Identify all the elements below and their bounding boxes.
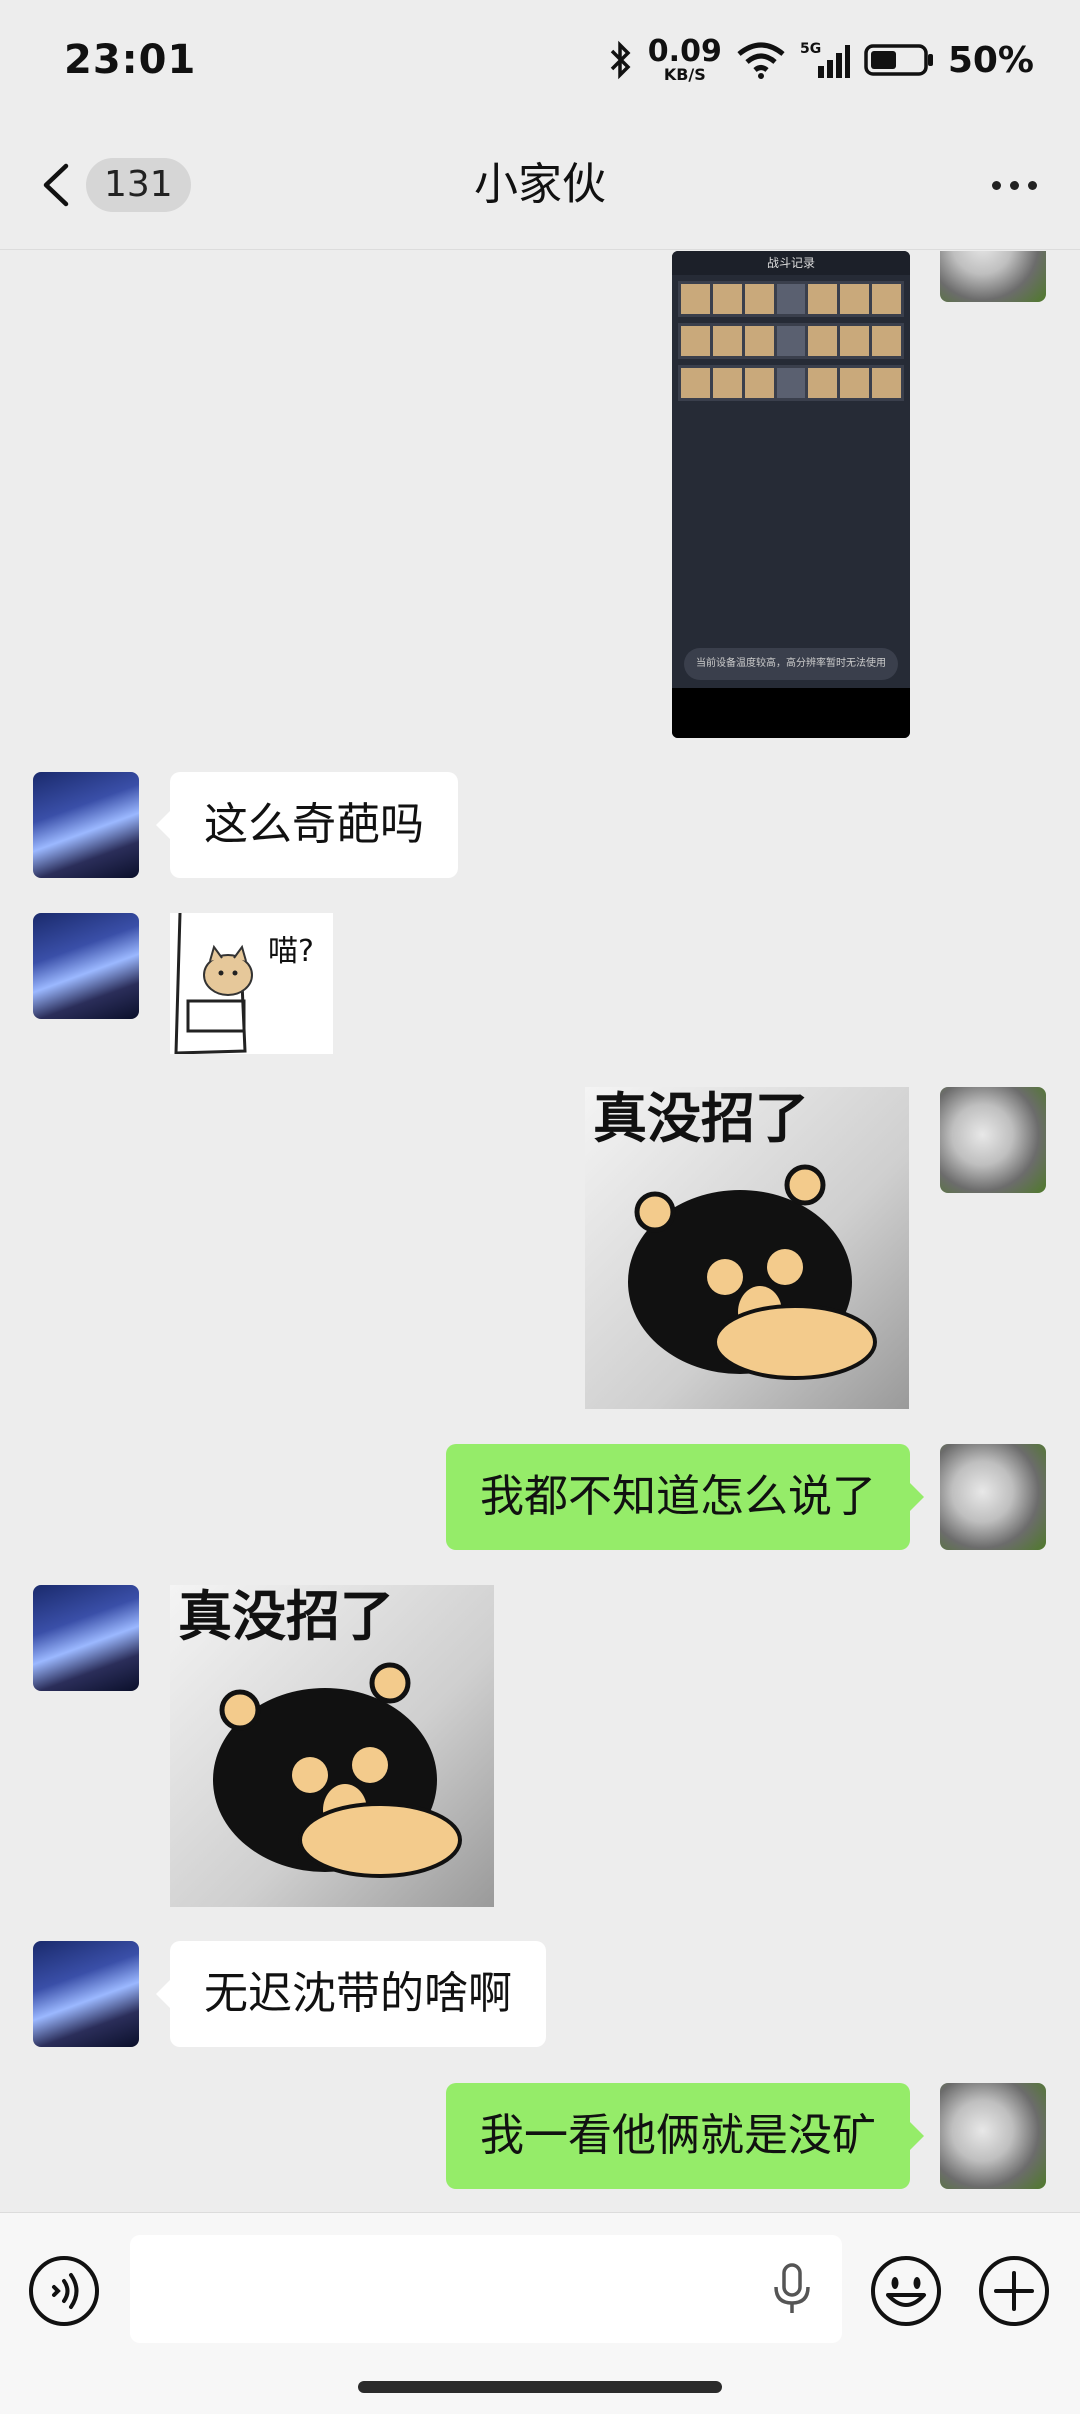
bluetooth-icon xyxy=(610,40,631,80)
input-bar xyxy=(0,2212,1080,2414)
message-bubble-sent[interactable]: 我都不知道怎么说了 xyxy=(446,1444,924,1550)
sticker-caption: 喵? xyxy=(268,934,314,969)
sticker-bear-message[interactable]: 真没招了 xyxy=(170,1585,494,1907)
chat-header: 131 小家伙 xyxy=(0,120,1080,250)
more-dots-icon xyxy=(991,180,1001,190)
message-bubble-received[interactable]: 这么奇葩吗 xyxy=(156,772,458,878)
avatar-contact[interactable] xyxy=(33,1941,139,2047)
sticker-caption: 真没招了 xyxy=(178,1585,394,1648)
net-speed: 0.09 KB/S xyxy=(648,37,722,83)
screenshot-footer: 当前设备温度较高，高分辨率暂时无法使用 xyxy=(684,648,898,680)
signal-5g-icon: 5G xyxy=(800,41,850,78)
network-type-label: 5G xyxy=(800,41,821,57)
mic-icon xyxy=(774,2263,810,2313)
screenshot-image-message[interactable]: 战斗记录 当前设备温度较高，高分辨率暂时无法使用 xyxy=(672,251,910,738)
avatar-contact[interactable] xyxy=(33,1585,139,1691)
status-bar: 23:01 0.09 KB/S 5G 50% xyxy=(0,0,1080,120)
avatar-self[interactable] xyxy=(940,2083,1046,2189)
sticker-caption: 真没招了 xyxy=(593,1087,809,1150)
bear-sticker-image: 真没招了 xyxy=(178,1585,462,1878)
avatar-self[interactable] xyxy=(940,251,1046,302)
unread-count-badge[interactable]: 131 xyxy=(86,158,191,212)
message-input[interactable] xyxy=(130,2235,842,2343)
plus-button[interactable] xyxy=(976,2253,1052,2329)
emoji-icon xyxy=(871,2256,941,2326)
home-indicator[interactable] xyxy=(358,2381,722,2393)
sticker-bear-message[interactable]: 真没招了 xyxy=(585,1087,909,1409)
avatar-contact[interactable] xyxy=(33,913,139,1019)
avatar-self[interactable] xyxy=(940,1087,1046,1193)
message-bubble-sent[interactable]: 我一看他俩就是没矿 xyxy=(446,2083,924,2189)
chevron-left-icon xyxy=(43,163,69,207)
message-bubble-received[interactable]: 无迟沈带的啥啊 xyxy=(156,1941,546,2047)
voice-toggle-button[interactable] xyxy=(26,2253,102,2329)
status-time: 23:01 xyxy=(64,37,197,83)
bear-sticker-image: 真没招了 xyxy=(593,1087,877,1380)
voice-icon xyxy=(29,2256,99,2326)
battery-icon xyxy=(864,44,933,76)
more-button[interactable] xyxy=(984,170,1044,200)
emoji-button[interactable] xyxy=(868,2253,944,2329)
status-icons: 0.09 KB/S 5G 50% xyxy=(608,37,1034,83)
back-button[interactable] xyxy=(32,160,82,210)
net-speed-value: 0.09 xyxy=(647,34,722,69)
mic-button[interactable] xyxy=(770,2263,814,2315)
avatar-contact[interactable] xyxy=(33,772,139,878)
message-list[interactable]: 战斗记录 当前设备温度较高，高分辨率暂时无法使用 这么奇葩吗 喵? 真没招了 我… xyxy=(0,251,1080,2211)
wifi-icon xyxy=(737,42,785,79)
battery-percent: 50% xyxy=(947,39,1034,81)
sticker-cat-message[interactable]: 喵? xyxy=(170,913,333,1054)
cat-sticker-image: 喵? xyxy=(174,913,314,1054)
net-speed-unit: KB/S xyxy=(663,65,706,84)
avatar-self[interactable] xyxy=(940,1444,1046,1550)
plus-icon xyxy=(979,2256,1049,2326)
screenshot-header: 战斗记录 xyxy=(672,251,910,275)
battery-fill xyxy=(870,51,896,69)
